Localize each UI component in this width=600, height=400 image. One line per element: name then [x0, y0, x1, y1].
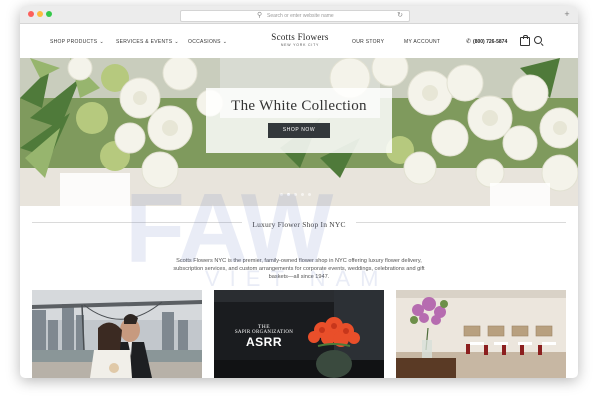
intro-paragraph: Scotts Flowers NYC is the premier, famil…: [173, 258, 425, 280]
office-photo[interactable]: THE SAPIR ORGANIZATION ASRR: [214, 290, 384, 378]
site-logo[interactable]: Scotts Flowers NEW YORK CITY: [260, 32, 340, 47]
nav-shop-products[interactable]: SHOP PRODUCTS ⌄: [50, 39, 104, 45]
chevron-down-icon: ⌄: [222, 39, 228, 45]
nav-my-account[interactable]: MY ACCOUNT: [404, 39, 440, 45]
phone-link[interactable]: ✆ (800) 726-5874: [466, 38, 507, 45]
search-icon[interactable]: [534, 36, 542, 44]
section-title: Luxury Flower Shop In NYC: [242, 220, 356, 229]
address-bar[interactable]: ⚲ Search or enter website name ↻: [180, 10, 410, 22]
hero-caption-box: The White Collection SHOP NOW: [206, 88, 392, 153]
close-window-icon[interactable]: [28, 11, 34, 17]
chevron-down-icon: ⌄: [174, 39, 179, 45]
logo-subtitle: NEW YORK CITY: [280, 43, 320, 47]
wedding-photo[interactable]: [32, 290, 202, 378]
minimize-window-icon[interactable]: [37, 11, 43, 17]
nav-shop-products-label: SHOP PRODUCTS: [50, 39, 98, 45]
restaurant-photo-image: [396, 290, 566, 378]
shopping-bag-icon[interactable]: [520, 35, 530, 46]
carousel-dot[interactable]: [308, 193, 311, 196]
section-heading: Luxury Flower Shop In NYC: [20, 214, 578, 232]
browser-toolbar: ⚲ Search or enter website name ↻ +: [20, 6, 578, 24]
shop-now-button[interactable]: SHOP NOW: [268, 123, 330, 138]
hero-title: The White Collection: [231, 98, 367, 114]
carousel-dot[interactable]: [280, 193, 283, 196]
carousel-indicators: [280, 193, 318, 197]
maximize-window-icon[interactable]: [46, 11, 52, 17]
nav-my-account-label: MY ACCOUNT: [404, 39, 441, 45]
carousel-dot[interactable]: [301, 193, 304, 196]
new-tab-icon[interactable]: +: [562, 9, 572, 19]
carousel-dot[interactable]: [294, 193, 297, 196]
wedding-photo-image: [32, 290, 202, 378]
nav-occasions[interactable]: OCCASIONS ⌄: [188, 39, 227, 45]
restaurant-photo[interactable]: [396, 290, 566, 378]
hero-banner: The White Collection SHOP NOW: [20, 58, 578, 206]
phone-icon: ✆: [466, 39, 472, 45]
phone-number: (800) 726-5874: [473, 39, 508, 45]
office-sign: THE SAPIR ORGANIZATION ASRR: [234, 324, 294, 349]
nav-our-story[interactable]: OUR STORY: [352, 39, 384, 45]
chevron-down-icon: ⌄: [99, 39, 104, 45]
nav-services-events-label: SERVICES & EVENTS: [116, 39, 173, 45]
address-placeholder: Search or enter website name: [267, 13, 334, 19]
reload-icon[interactable]: ↻: [397, 11, 403, 21]
logo-name: Scotts Flowers: [271, 32, 329, 42]
nav-occasions-label: OCCASIONS: [188, 39, 221, 45]
nav-our-story-label: OUR STORY: [352, 39, 385, 45]
address-search-icon: ⚲: [257, 12, 263, 19]
browser-window: ⚲ Search or enter website name ↻ + SHOP …: [20, 6, 578, 378]
nav-services-events[interactable]: SERVICES & EVENTS ⌄: [116, 39, 179, 45]
carousel-dot[interactable]: [287, 193, 290, 196]
sign-line-3: ASRR: [245, 335, 282, 349]
site-header: SHOP PRODUCTS ⌄ SERVICES & EVENTS ⌄ OCCASI…: [20, 24, 578, 58]
